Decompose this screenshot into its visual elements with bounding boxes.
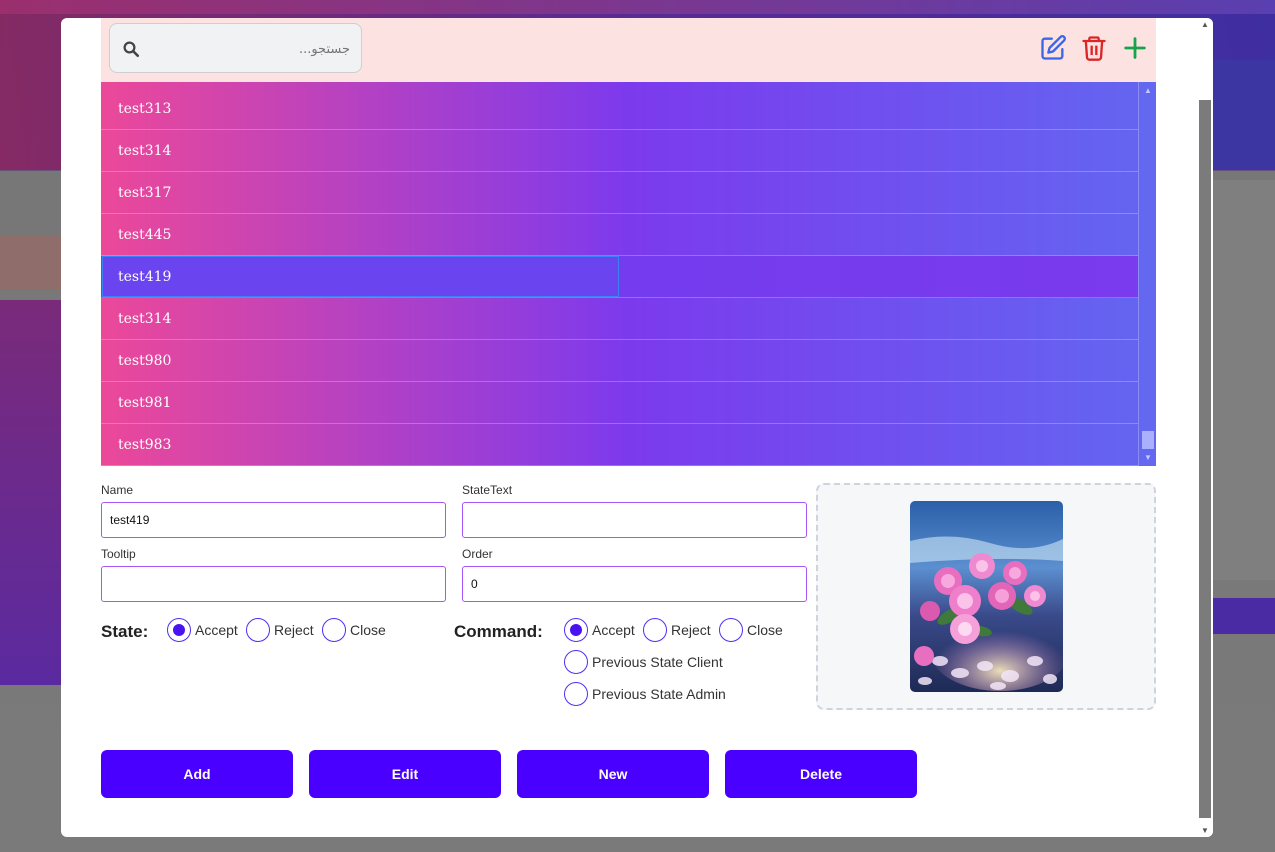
search-icon	[123, 41, 140, 58]
radio-label: Accept	[195, 622, 238, 638]
radio-circle[interactable]	[322, 618, 346, 642]
state-editor-modal: test313 test314 test317 test445 test419 …	[61, 18, 1213, 837]
list-item[interactable]: test314	[101, 298, 1138, 340]
scroll-down-arrow-icon[interactable]: ▼	[1201, 826, 1209, 835]
order-label: Order	[462, 547, 493, 561]
modal-toolbar	[101, 18, 1156, 82]
modal-scrollbar[interactable]: ▲ ▼	[1198, 18, 1213, 837]
state-radio-close[interactable]: Close	[322, 618, 386, 642]
command-radio-close[interactable]: Close	[719, 618, 783, 642]
radio-label: Close	[747, 622, 783, 638]
list-item-label: test313	[118, 101, 172, 117]
list-item[interactable]: test981	[101, 382, 1138, 424]
list-item-label: test314	[118, 143, 172, 159]
add-button[interactable]: Add	[101, 750, 293, 798]
name-field[interactable]	[101, 502, 446, 538]
command-group-label: Command:	[454, 622, 543, 641]
list-item-label: test445	[118, 227, 172, 243]
trash-icon[interactable]	[1080, 34, 1108, 62]
background-right-bar	[1212, 598, 1275, 634]
name-label: Name	[101, 483, 134, 497]
statetext-label: StateText	[462, 483, 513, 497]
edit-icon[interactable]	[1039, 34, 1067, 62]
list-item-label: test980	[118, 353, 172, 369]
list-item-label: test314	[118, 311, 172, 327]
radio-label: Previous State Admin	[592, 686, 726, 702]
image-upload-area[interactable]	[816, 483, 1156, 710]
edit-button[interactable]: Edit	[309, 750, 501, 798]
radio-label: Close	[350, 622, 386, 638]
list-scrollbar[interactable]: ▲ ▼	[1138, 82, 1156, 466]
background-top-strip	[0, 0, 1275, 14]
list-item[interactable]: test980	[101, 340, 1138, 382]
selection-highlight	[102, 256, 619, 297]
command-radio-previous-state-admin[interactable]: Previous State Admin	[564, 682, 726, 706]
tooltip-field[interactable]	[101, 566, 446, 602]
state-radio-reject[interactable]: Reject	[246, 618, 314, 642]
command-radio-reject[interactable]: Reject	[643, 618, 711, 642]
statetext-field[interactable]	[462, 502, 807, 538]
scroll-down-arrow-icon[interactable]: ▼	[1144, 453, 1152, 462]
radio-circle[interactable]	[719, 618, 743, 642]
tooltip-label: Tooltip	[101, 547, 136, 561]
radio-circle[interactable]	[167, 618, 191, 642]
list-item[interactable]: test313	[101, 88, 1138, 130]
radio-circle[interactable]	[564, 618, 588, 642]
roses-photo	[910, 501, 1063, 692]
radio-circle[interactable]	[246, 618, 270, 642]
radio-label: Reject	[274, 622, 314, 638]
background-right-rows	[1212, 180, 1275, 580]
state-group-label: State:	[101, 622, 149, 641]
search-box[interactable]	[109, 23, 362, 73]
command-radio-previous-state-client[interactable]: Previous State Client	[564, 650, 723, 674]
radio-circle[interactable]	[643, 618, 667, 642]
list-item[interactable]: test445	[101, 214, 1138, 256]
radio-label: Reject	[671, 622, 711, 638]
scroll-up-arrow-icon[interactable]: ▲	[1201, 20, 1209, 29]
radio-circle[interactable]	[564, 650, 588, 674]
list-item-label: test983	[118, 437, 172, 453]
new-button[interactable]: New	[517, 750, 709, 798]
background-right-panel	[1212, 60, 1275, 170]
command-radio-accept[interactable]: Accept	[564, 618, 635, 642]
background-left-block	[0, 235, 62, 290]
list-item-label: test317	[118, 185, 172, 201]
list-item[interactable]: test314	[101, 130, 1138, 172]
radio-circle[interactable]	[564, 682, 588, 706]
radio-label: Previous State Client	[592, 654, 723, 670]
state-radio-accept[interactable]: Accept	[167, 618, 238, 642]
list-item-selected[interactable]: test419	[101, 256, 1138, 298]
background-left-panel	[0, 300, 62, 685]
list-item-label: test419	[118, 269, 172, 285]
modal-scrollbar-thumb[interactable]	[1199, 100, 1211, 818]
radio-label: Accept	[592, 622, 635, 638]
list-item[interactable]: test317	[101, 172, 1138, 214]
state-image	[910, 501, 1063, 692]
state-list: test313 test314 test317 test445 test419 …	[101, 82, 1156, 466]
list-item-label: test981	[118, 395, 172, 411]
plus-icon[interactable]	[1121, 34, 1149, 62]
scroll-up-arrow-icon[interactable]: ▲	[1144, 86, 1152, 95]
delete-button[interactable]: Delete	[725, 750, 917, 798]
order-field[interactable]	[462, 566, 807, 602]
list-scrollbar-thumb[interactable]	[1142, 431, 1154, 449]
list-item[interactable]: test983	[101, 424, 1138, 466]
search-input[interactable]	[150, 34, 350, 64]
